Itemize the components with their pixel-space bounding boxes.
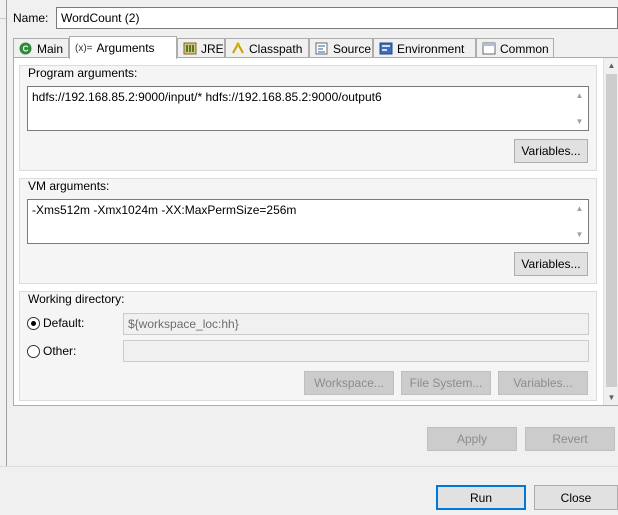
arguments-tab-icon: (x)= (75, 42, 93, 54)
tab-jre[interactable]: JRE (177, 38, 225, 58)
workspace-button[interactable]: Workspace... (304, 371, 394, 395)
tab-jre-label: JRE (201, 41, 224, 56)
scroll-up-arrow-icon[interactable]: ▲ (604, 58, 618, 73)
default-radio-label: Default: (43, 316, 85, 330)
tab-source[interactable]: Source (309, 38, 373, 58)
classpath-tab-icon (231, 42, 245, 56)
vm-arguments-value: -Xms512m -Xmx1024m -XX:MaxPermSize=256m (32, 203, 297, 217)
default-directory-field: ${workspace_loc:hh} (123, 313, 589, 335)
tab-classpath[interactable]: Classpath (225, 38, 309, 58)
default-radio-icon[interactable] (27, 316, 40, 330)
program-arguments-title: Program arguments: (28, 66, 138, 80)
vm-arguments-title: VM arguments: (28, 179, 110, 193)
vm-variables-button[interactable]: Variables... (514, 252, 588, 276)
scroll-up-arrow-icon[interactable]: ▲ (576, 91, 584, 100)
left-sash-strip (0, 0, 7, 466)
apply-button[interactable]: Apply (427, 427, 517, 451)
tab-arguments[interactable]: (x)= Arguments (69, 36, 177, 59)
jre-tab-icon (183, 42, 197, 56)
tab-main[interactable]: C Main (13, 38, 69, 58)
tab-environment-label: Environment (397, 41, 465, 56)
run-button[interactable]: Run (436, 485, 526, 510)
tab-environment[interactable]: Environment (373, 38, 476, 58)
source-tab-icon (315, 42, 329, 56)
environment-tab-icon (379, 42, 393, 56)
scroll-down-arrow-icon[interactable]: ▼ (576, 230, 584, 239)
tab-common[interactable]: Common (476, 38, 554, 58)
other-directory-field[interactable] (123, 340, 589, 362)
svg-text:C: C (23, 45, 29, 54)
program-variables-button[interactable]: Variables... (514, 139, 588, 163)
scrollbar-thumb[interactable] (606, 74, 617, 387)
panel-scrollbar[interactable]: ▲ ▼ (603, 58, 618, 405)
revert-button[interactable]: Revert (525, 427, 615, 451)
scroll-down-arrow-icon[interactable]: ▼ (604, 390, 618, 405)
common-tab-icon (482, 42, 496, 56)
scroll-up-arrow-icon[interactable]: ▲ (576, 204, 584, 213)
tab-common-label: Common (500, 41, 549, 56)
program-arguments-value: hdfs://192.168.85.2:9000/input/* hdfs://… (32, 90, 382, 104)
file-system-button[interactable]: File System... (401, 371, 491, 395)
default-radio-option[interactable]: Default: (27, 316, 84, 330)
tab-main-label: Main (36, 41, 63, 56)
vm-arguments-textarea[interactable]: -Xms512m -Xmx1024m -XX:MaxPermSize=256m … (27, 199, 589, 244)
program-arguments-textarea[interactable]: hdfs://192.168.85.2:9000/input/* hdfs://… (27, 86, 589, 131)
close-button[interactable]: Close (534, 485, 618, 510)
tab-classpath-label: Classpath (249, 41, 303, 56)
scroll-down-arrow-icon[interactable]: ▼ (576, 117, 584, 126)
vm-arguments-scrollbar[interactable]: ▲ ▼ (572, 201, 587, 242)
dialog-separator (0, 466, 618, 467)
tab-arguments-label: Arguments (96, 41, 155, 55)
other-radio-label: Other: (43, 344, 77, 358)
other-radio-option[interactable]: Other: (27, 344, 76, 358)
main-tab-icon: C (19, 42, 33, 56)
program-arguments-scrollbar[interactable]: ▲ ▼ (572, 88, 587, 129)
working-directory-variables-button[interactable]: Variables... (498, 371, 588, 395)
working-directory-title: Working directory: (28, 292, 125, 306)
name-label: Name: (13, 11, 49, 25)
launch-config-tabs: C Main (x)= Arguments JRE Classpath Sour… (13, 36, 573, 59)
tab-source-label: Source (333, 41, 372, 56)
other-radio-icon[interactable] (27, 344, 40, 358)
configuration-name-input[interactable]: WordCount (2) (56, 7, 618, 29)
